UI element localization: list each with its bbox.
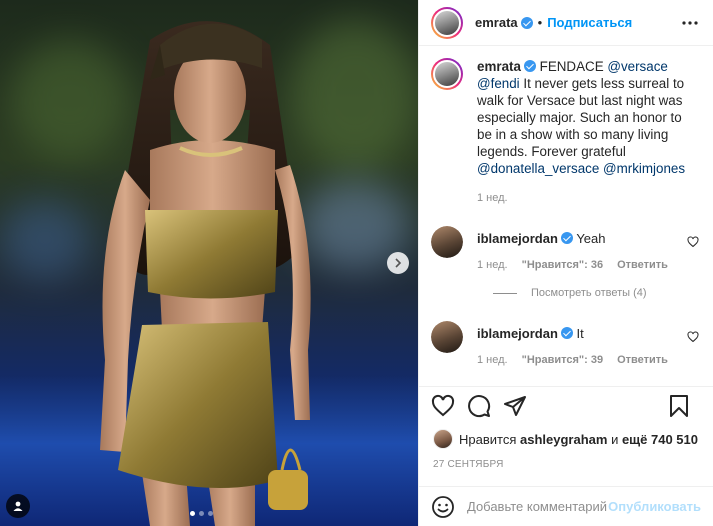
likes-prefix: Нравится <box>459 431 517 447</box>
mention-link[interactable]: @versace <box>607 59 667 74</box>
share-icon <box>504 396 526 416</box>
runway-model-illustration <box>100 21 311 526</box>
comment-likes-count[interactable]: "Нравится": 36 <box>522 259 603 271</box>
mention-link[interactable]: @fendi <box>477 76 520 91</box>
caption-author[interactable]: emrata <box>477 59 521 74</box>
comment-text: It <box>576 326 584 341</box>
action-bar <box>419 387 713 425</box>
author-avatar[interactable] <box>431 6 463 39</box>
heart-icon <box>431 394 455 417</box>
likes-conjunction: и <box>611 431 619 447</box>
likes-count[interactable]: ещё 740 510 <box>622 432 698 447</box>
view-replies-button[interactable]: Посмотреть ответы (4) <box>493 287 701 299</box>
post-side-panel: emrata • Подписаться emrata FENDACE @ver… <box>418 0 713 526</box>
commenter-username[interactable]: iblamejordan <box>477 231 558 246</box>
author-username[interactable]: emrata <box>475 15 518 30</box>
view-replies-label: Посмотреть ответы (4) <box>531 287 647 299</box>
post-caption: emrata FENDACE @versace @fendi It never … <box>431 56 701 177</box>
liker-avatar[interactable] <box>433 429 453 449</box>
verified-icon <box>560 232 573 244</box>
separator-dot: • <box>537 15 543 30</box>
heart-icon[interactable] <box>687 236 699 248</box>
reply-button[interactable]: Ответить <box>617 259 668 271</box>
comment-text: Yeah <box>576 231 606 246</box>
post-actions-section: Нравится ashleygraham и ещё 740 510 27 с… <box>419 386 713 470</box>
user-tag-icon <box>13 501 23 511</box>
post-header: emrata • Подписаться <box>419 0 713 46</box>
comment-button[interactable] <box>467 394 491 418</box>
commenter-avatar[interactable] <box>431 321 463 353</box>
comment-timestamp[interactable]: 1 нед. <box>477 259 508 271</box>
verified-icon <box>520 16 533 29</box>
verified-icon <box>560 327 573 339</box>
comment-timestamp[interactable]: 1 нед. <box>477 354 508 366</box>
replies-divider <box>493 292 517 294</box>
bookmark-icon <box>670 395 688 417</box>
more-icon[interactable] <box>681 14 699 32</box>
comments-list[interactable]: emrata FENDACE @versace @fendi It never … <box>419 56 713 386</box>
like-button[interactable] <box>431 394 455 418</box>
carousel-indicator <box>190 511 213 516</box>
mention-link[interactable]: @mrkimjones <box>603 161 685 176</box>
liker-username[interactable]: ashleygraham <box>520 432 607 447</box>
caption-text: emrata FENDACE @versace @fendi It never … <box>477 58 695 177</box>
caption-timestamp[interactable]: 1 нед. <box>477 192 701 204</box>
comment-item: iblamejordan Yeah 1 нед. "Нравится": 36 … <box>431 226 701 271</box>
carousel-dot <box>199 511 204 516</box>
share-button[interactable] <box>503 394 527 418</box>
carousel-next-button[interactable] <box>387 252 409 274</box>
post-image[interactable] <box>0 0 418 526</box>
mention-link[interactable]: @donatella_versace <box>477 161 599 176</box>
reply-button[interactable]: Ответить <box>617 354 668 366</box>
follow-button[interactable]: Подписаться <box>547 15 632 30</box>
likes-summary: Нравится ashleygraham и ещё 740 510 <box>419 425 713 449</box>
comment-item: iblamejordan It 1 нед. "Нравится": 39 От… <box>431 321 701 366</box>
emoji-icon[interactable] <box>431 495 455 519</box>
publish-button[interactable]: Опубликовать <box>608 499 701 514</box>
commenter-username[interactable]: iblamejordan <box>477 326 558 341</box>
commenter-avatar[interactable] <box>431 226 463 258</box>
verified-icon <box>523 60 536 72</box>
comment-input[interactable] <box>467 499 609 514</box>
save-button[interactable] <box>667 394 691 418</box>
comment-likes-count[interactable]: "Нравится": 39 <box>522 354 603 366</box>
caption-author-avatar[interactable] <box>431 58 463 90</box>
comment-icon <box>468 395 491 418</box>
chevron-right-icon <box>395 258 402 268</box>
tagged-users-button[interactable] <box>6 494 30 518</box>
heart-icon[interactable] <box>687 331 699 343</box>
add-comment-bar: Опубликовать <box>419 486 713 526</box>
post-date[interactable]: 27 сентября <box>419 449 713 470</box>
carousel-dot <box>208 511 213 516</box>
carousel-dot <box>190 511 195 516</box>
caption-text-part: FENDACE <box>535 59 608 74</box>
